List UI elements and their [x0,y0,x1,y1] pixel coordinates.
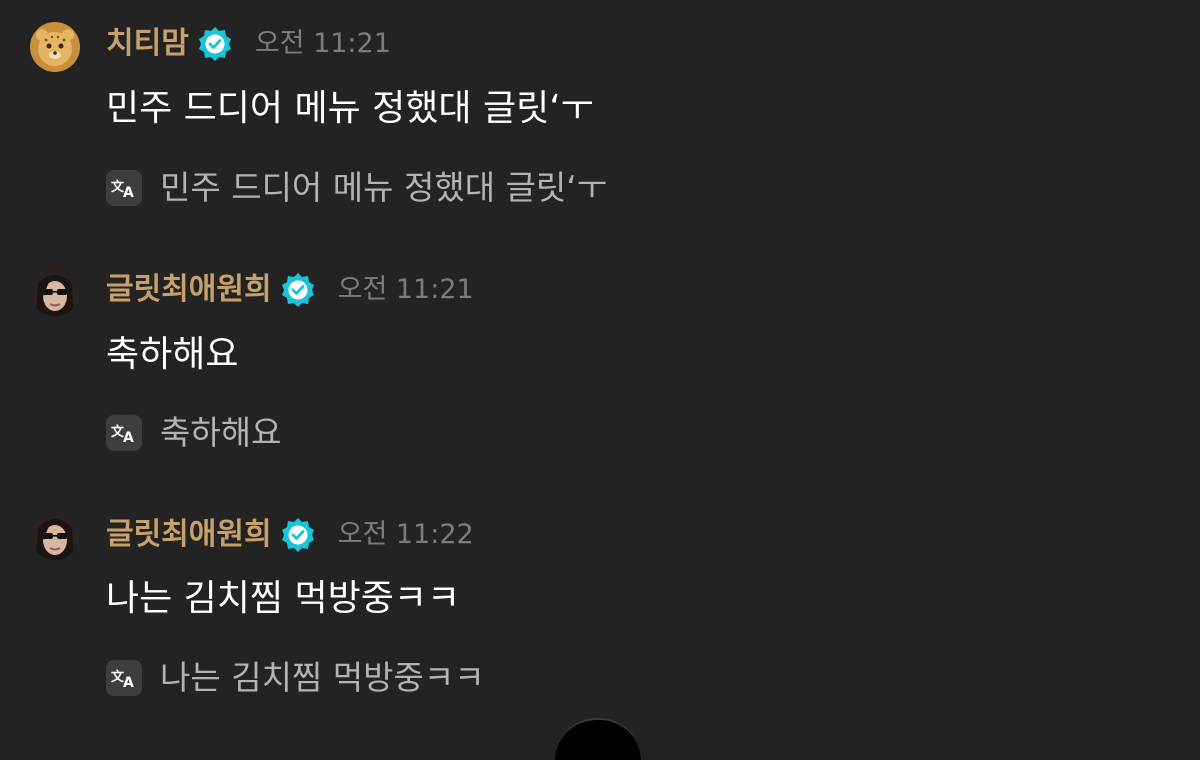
scroll-down-button[interactable] [555,718,641,760]
message-header: 치티맘 오전 11:21 [106,24,391,64]
message-header: 글릿최애원희 오전 11:21 [106,270,474,310]
translation-row: 文 A 민주 드디어 메뉴 정했대 글릿‘ㅜ [106,168,607,208]
translation-row: 文 A 축하해요 [106,413,281,453]
translation-text: 축하해요 [160,413,282,452]
message-text: 나는 김치찜 먹방중ㅋㅋ [106,578,461,619]
verified-badge-icon [197,26,233,62]
message-text: 축하해요 [106,334,239,375]
svg-text:A: A [123,430,134,445]
timestamp: 오전 11:21 [337,274,474,305]
avatar[interactable] [30,510,80,560]
verified-badge-icon [280,517,316,553]
cheetah-avatar-icon [30,22,80,72]
sunglasses-avatar-icon [30,510,80,560]
timestamp: 오전 11:21 [254,28,391,59]
svg-text:A: A [123,675,134,690]
verified-badge-icon [280,272,316,308]
avatar[interactable] [30,266,80,316]
translate-icon[interactable]: 文 A [106,415,142,451]
message-header: 글릿최애원희 오전 11:22 [106,515,474,555]
translate-icon[interactable]: 文 A [106,660,142,696]
sunglasses-avatar-icon [30,266,80,316]
nickname[interactable]: 글릿최애원희 [106,515,272,555]
translate-icon[interactable]: 文 A [106,170,142,206]
translation-text: 나는 김치찜 먹방중ㅋㅋ [160,658,485,697]
timestamp: 오전 11:22 [337,519,474,550]
message-text: 민주 드디어 메뉴 정했대 글릿‘ㅜ [106,88,594,129]
translation-text: 민주 드디어 메뉴 정했대 글릿‘ㅜ [160,168,608,207]
svg-text:A: A [123,185,134,200]
translation-row: 文 A 나는 김치찜 먹방중ㅋㅋ [106,658,485,698]
nickname[interactable]: 글릿최애원희 [106,270,272,310]
nickname[interactable]: 치티맘 [106,24,189,64]
avatar[interactable] [30,22,80,72]
